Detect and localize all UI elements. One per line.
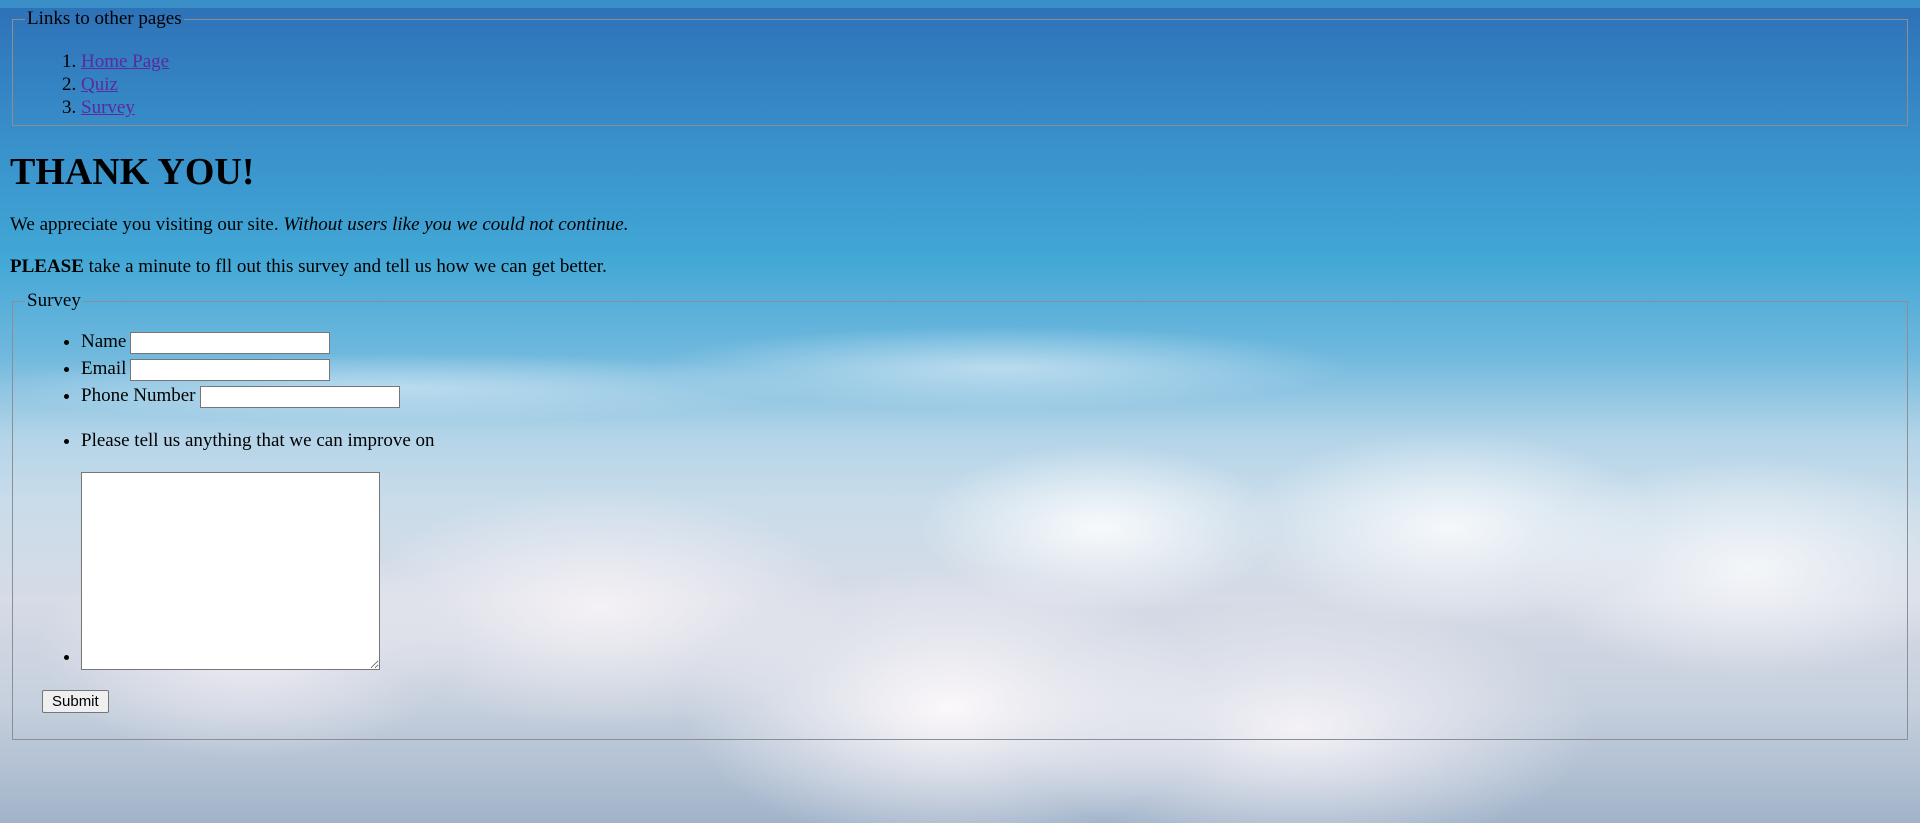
survey-fieldset: Survey Name Email Phone Number Please te… xyxy=(12,290,1908,740)
page-title: THANK YOU! xyxy=(10,151,255,193)
intro-italic-text: Without users like you we could not cont… xyxy=(283,214,629,235)
email-input[interactable] xyxy=(130,358,331,381)
name-label: Name xyxy=(81,331,127,352)
list-item: Quiz xyxy=(81,73,1895,96)
survey-field-list: Name Email Phone Number Please tell us a… xyxy=(25,328,1895,670)
improve-textarea[interactable] xyxy=(81,472,380,670)
links-legend: Links to other pages xyxy=(27,8,182,29)
list-item: Email xyxy=(81,355,1895,382)
name-input[interactable] xyxy=(130,331,331,354)
improve-label: Please tell us anything that we can impr… xyxy=(81,430,435,451)
list-item: Home Page xyxy=(81,50,1895,73)
request-text: take a minute to fll out this survey and… xyxy=(88,256,607,277)
list-item: Please tell us anything that we can impr… xyxy=(81,427,1895,454)
links-fieldset: Links to other pages Home Page Quiz Surv… xyxy=(12,8,1908,126)
intro-paragraph: We appreciate you visiting our site. Wit… xyxy=(10,214,1910,236)
list-item: Name xyxy=(81,328,1895,355)
quiz-link[interactable]: Quiz xyxy=(81,74,118,95)
request-bold-text: PLEASE xyxy=(10,256,84,277)
list-item: Phone Number xyxy=(81,382,1895,409)
intro-text: We appreciate you visiting our site. xyxy=(10,214,279,235)
phone-label: Phone Number xyxy=(81,385,196,406)
list-item: Survey xyxy=(81,96,1895,119)
links-list: Home Page Quiz Survey xyxy=(25,50,1895,119)
home-page-link[interactable]: Home Page xyxy=(81,51,169,72)
list-item xyxy=(81,472,1895,670)
email-label: Email xyxy=(81,358,127,379)
page-content: Links to other pages Home Page Quiz Surv… xyxy=(0,8,1920,740)
survey-legend: Survey xyxy=(27,290,81,311)
submit-button[interactable]: Submit xyxy=(42,690,109,713)
phone-input[interactable] xyxy=(199,385,400,408)
survey-link[interactable]: Survey xyxy=(81,97,135,118)
request-paragraph: PLEASE take a minute to fll out this sur… xyxy=(10,256,1910,278)
